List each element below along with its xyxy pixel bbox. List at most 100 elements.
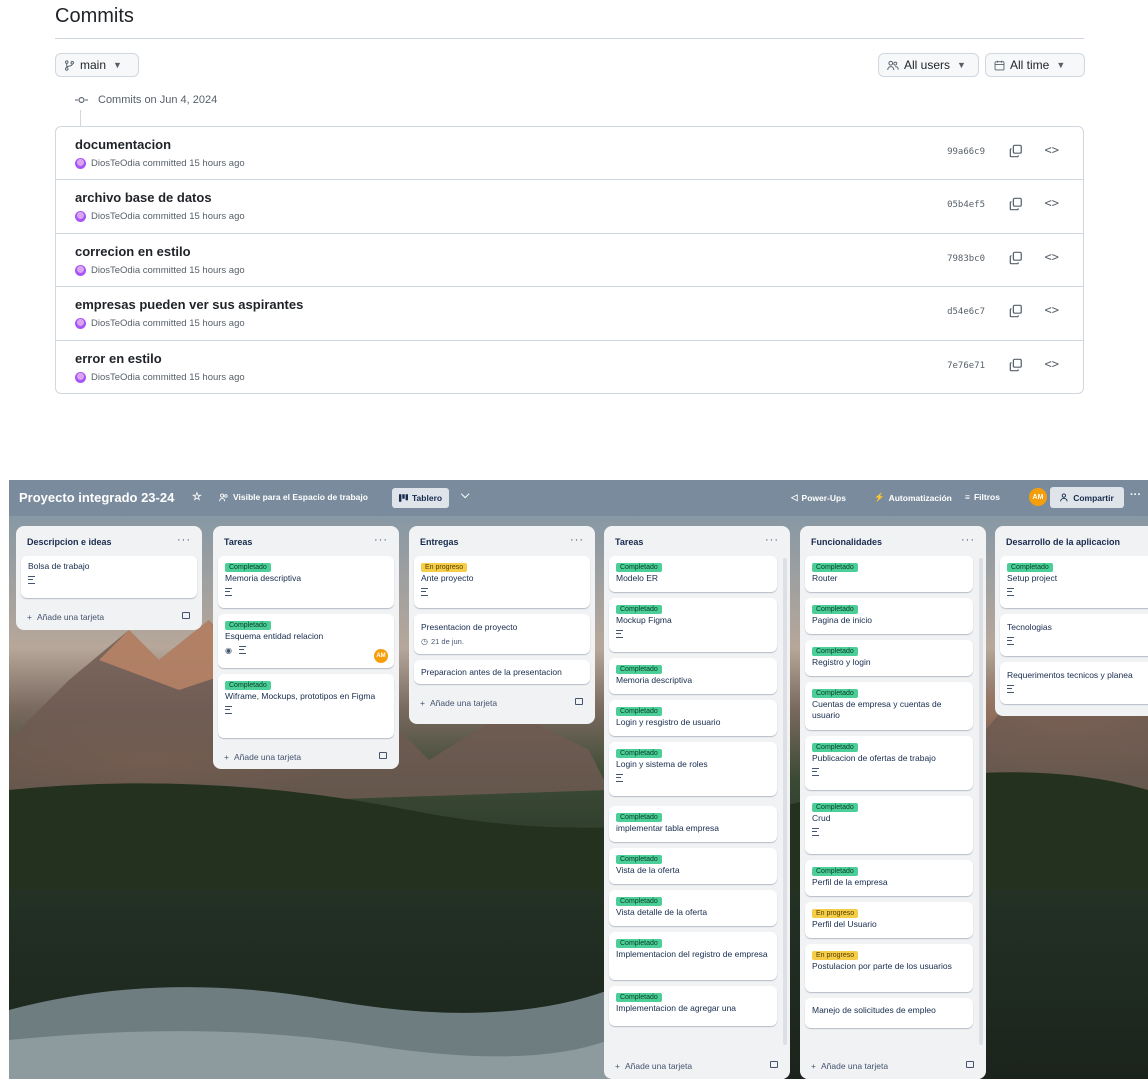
power-ups-button[interactable]: ◁ Power-Ups <box>791 492 846 503</box>
card[interactable]: En progreso Postulacion por parte de los … <box>805 944 973 992</box>
chevron-down-icon[interactable]: ⌵ <box>461 489 469 502</box>
card[interactable]: Bolsa de trabajo <box>21 556 197 598</box>
avatar[interactable]: AM <box>1029 488 1047 506</box>
avatar[interactable] <box>75 318 86 330</box>
more-icon[interactable]: ··· <box>374 534 388 546</box>
avatar[interactable] <box>75 264 86 276</box>
card[interactable]: Completado Cuentas de empresa y cuentas d… <box>805 682 973 730</box>
more-icon[interactable]: ··· <box>1130 489 1141 501</box>
view-switcher-button[interactable]: Tablero <box>392 488 450 508</box>
card-template-icon[interactable] <box>575 698 583 705</box>
automation-button[interactable]: ⚡ Automatización <box>874 492 952 503</box>
commit-message[interactable]: documentacion <box>75 137 171 152</box>
commit-row[interactable]: correcion en estilo DiosTeOdia committed… <box>56 234 1083 288</box>
card[interactable]: Completado Crud <box>805 796 973 854</box>
card[interactable]: Completado Mockup Figma <box>609 598 777 652</box>
commit-row[interactable]: archivo base de datos DiosTeOdia committ… <box>56 180 1083 234</box>
card[interactable]: Completado Vista detalle de la oferta <box>609 890 777 926</box>
card-template-icon[interactable] <box>182 612 190 619</box>
card-template-icon[interactable] <box>770 1061 778 1068</box>
card[interactable]: Completado Publicacion de ofertas de trab… <box>805 736 973 790</box>
more-icon[interactable]: ··· <box>570 534 584 546</box>
card[interactable]: Completado Modelo ER <box>609 556 777 592</box>
list-title[interactable]: Desarrollo de la aplicacion <box>1006 537 1120 547</box>
add-card-button[interactable]: +Añade una tarjeta <box>21 604 197 630</box>
card[interactable]: Completado Login y sistema de roles <box>609 742 777 796</box>
commit-message[interactable]: empresas pueden ver sus aspirantes <box>75 297 303 312</box>
commit-sha[interactable]: 7e76e71 <box>947 361 985 371</box>
commit-sha[interactable]: d54e6c7 <box>947 307 985 317</box>
commit-sha[interactable]: 7983bc0 <box>947 254 985 264</box>
list-title[interactable]: Tareas <box>224 537 252 547</box>
copy-icon[interactable] <box>1009 197 1023 211</box>
commit-sha[interactable]: 99a66c9 <box>947 147 985 157</box>
card[interactable]: Completado Wiframe, Mockups, prototipos … <box>218 674 394 738</box>
users-filter-button[interactable]: All users ▼ <box>878 53 979 77</box>
commit-row[interactable]: empresas pueden ver sus aspirantes DiosT… <box>56 287 1083 341</box>
commit-message[interactable]: error en estilo <box>75 351 162 366</box>
visibility-button[interactable]: Visible para el Espacio de trabajo <box>219 492 368 502</box>
code-brackets-icon[interactable]: <> <box>1045 250 1059 264</box>
card[interactable]: Manejo de solicitudes de empleo <box>805 998 973 1028</box>
commit-message[interactable]: archivo base de datos <box>75 190 212 205</box>
card[interactable]: Presentacion de proyecto ◷ 21 de jun. <box>414 614 590 654</box>
card[interactable]: Completado Login y resgistro de usuario <box>609 700 777 736</box>
more-icon[interactable]: ··· <box>765 534 779 546</box>
code-brackets-icon[interactable]: <> <box>1045 357 1059 371</box>
card[interactable]: Completado Perfil de la empresa <box>805 860 973 896</box>
copy-icon[interactable] <box>1009 251 1023 265</box>
star-icon[interactable]: ☆ <box>192 490 202 503</box>
filters-button[interactable]: ≡ Filtros <box>965 492 1000 502</box>
card-template-icon[interactable] <box>966 1061 974 1068</box>
list-title[interactable]: Funcionalidades <box>811 537 882 547</box>
list-title[interactable]: Entregas <box>420 537 459 547</box>
card[interactable]: En progreso Ante proyecto <box>414 556 590 608</box>
more-icon[interactable]: ··· <box>177 534 191 546</box>
card[interactable]: Completado Implementacion de agregar una <box>609 986 777 1026</box>
commit-message[interactable]: correcion en estilo <box>75 244 191 259</box>
time-filter-button[interactable]: All time ▼ <box>985 53 1085 77</box>
avatar[interactable]: AM <box>374 649 388 663</box>
add-card-button[interactable]: +Añade una tarjeta <box>805 1053 981 1079</box>
share-button[interactable]: Compartir <box>1050 487 1124 508</box>
card[interactable]: Preparacion antes de la presentacion <box>414 660 590 684</box>
add-card-button[interactable]: +Añade una tarjeta <box>414 690 590 716</box>
list-title[interactable]: Tareas <box>615 537 643 547</box>
board-title[interactable]: Proyecto integrado 23-24 <box>19 490 174 505</box>
card[interactable]: Completado Registro y login <box>805 640 973 676</box>
commit-row[interactable]: documentacion DiosTeOdia committed 15 ho… <box>56 127 1083 181</box>
code-brackets-icon[interactable]: <> <box>1045 143 1059 157</box>
card[interactable]: Completado Router <box>805 556 973 592</box>
card[interactable]: Completado Vista de la oferta <box>609 848 777 884</box>
commit-sha[interactable]: 05b4ef5 <box>947 200 985 210</box>
list-scrollbar[interactable] <box>783 558 787 1045</box>
copy-icon[interactable] <box>1009 304 1023 318</box>
card[interactable]: Completado Memoria descriptiva <box>218 556 394 608</box>
card[interactable]: Completado Memoria descriptiva <box>609 658 777 694</box>
add-card-button[interactable]: +Añade una tarjeta <box>609 1053 785 1079</box>
commit-row[interactable]: error en estilo DiosTeOdia committed 15 … <box>56 341 1083 393</box>
avatar[interactable] <box>75 371 86 383</box>
card[interactable]: Completado Esquema entidad relacion ◉ AM <box>218 614 394 668</box>
list-title[interactable]: Descripcion e ideas <box>27 537 112 547</box>
code-brackets-icon[interactable]: <> <box>1045 196 1059 210</box>
add-card-button[interactable]: +Añade una tarjeta <box>1000 710 1143 716</box>
card-template-icon[interactable] <box>379 752 387 759</box>
card[interactable]: Requerimentos tecnicos y planea <box>1000 662 1148 704</box>
copy-icon[interactable] <box>1009 144 1023 158</box>
avatar[interactable] <box>75 211 86 223</box>
list-scrollbar[interactable] <box>979 558 983 1045</box>
more-icon[interactable]: ··· <box>961 534 975 546</box>
avatar[interactable] <box>75 158 86 169</box>
card[interactable]: Completado Pagina de inicio <box>805 598 973 634</box>
card[interactable]: Completado implementar tabla empresa <box>609 806 777 842</box>
card[interactable]: Completado Setup project <box>1000 556 1148 608</box>
card[interactable]: En progreso Perfil del Usuario <box>805 902 973 938</box>
branch-selector[interactable]: main ▼ <box>55 53 139 77</box>
code-brackets-icon[interactable]: <> <box>1045 303 1059 317</box>
copy-icon[interactable] <box>1009 358 1023 372</box>
card-title: Bolsa de trabajo <box>28 561 90 571</box>
card[interactable]: Tecnologias <box>1000 614 1148 656</box>
card[interactable]: Completado Implementacion del registro de… <box>609 932 777 980</box>
add-card-button[interactable]: +Añade una tarjeta <box>218 744 394 769</box>
